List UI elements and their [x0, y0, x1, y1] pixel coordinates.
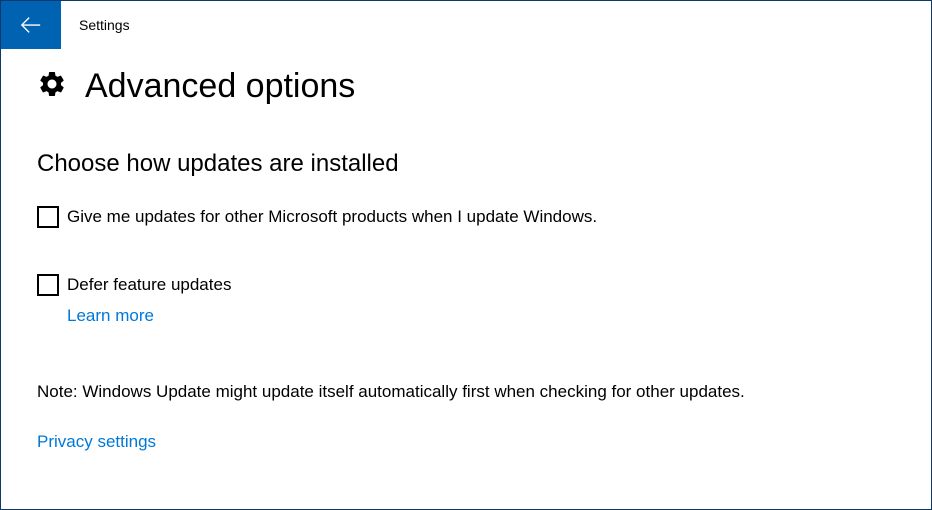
checkbox-defer-updates[interactable]	[37, 274, 59, 296]
note-text: Note: Windows Update might update itself…	[37, 382, 895, 402]
page-title: Advanced options	[85, 67, 355, 106]
checkbox-other-products[interactable]	[37, 206, 59, 228]
header-bar: Settings	[1, 1, 931, 49]
checkbox-row-defer: Defer feature updates	[37, 274, 895, 296]
content-area: Advanced options Choose how updates are …	[1, 49, 931, 452]
gear-icon	[37, 69, 67, 104]
learn-more-link[interactable]: Learn more	[67, 306, 154, 326]
header-title: Settings	[79, 17, 130, 33]
section-title: Choose how updates are installed	[37, 150, 895, 178]
checkbox-row-other-products: Give me updates for other Microsoft prod…	[37, 206, 895, 228]
privacy-settings-link[interactable]: Privacy settings	[37, 432, 156, 451]
option-group-defer: Defer feature updates Learn more	[37, 274, 895, 326]
option-group-other-products: Give me updates for other Microsoft prod…	[37, 206, 895, 228]
checkbox-label-other-products: Give me updates for other Microsoft prod…	[67, 206, 597, 228]
page-title-row: Advanced options	[37, 67, 895, 106]
arrow-left-icon	[20, 14, 42, 36]
back-button[interactable]	[1, 1, 61, 49]
checkbox-label-defer: Defer feature updates	[67, 274, 231, 296]
